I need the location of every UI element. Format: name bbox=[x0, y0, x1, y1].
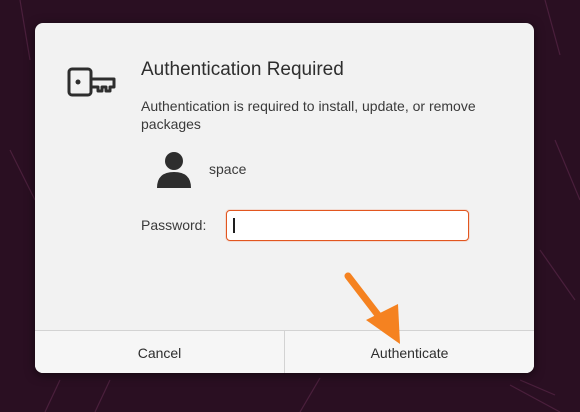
dialog-button-row: Cancel Authenticate bbox=[35, 330, 534, 373]
password-label: Password: bbox=[141, 217, 207, 233]
cancel-button-label: Cancel bbox=[137, 344, 182, 361]
text-cursor bbox=[233, 218, 235, 233]
authentication-dialog: Authentication Required Authentication i… bbox=[35, 23, 534, 373]
authenticate-button[interactable]: Authenticate bbox=[285, 331, 534, 373]
arrow-pointer-icon bbox=[344, 272, 400, 344]
dialog-title: Authentication Required bbox=[141, 59, 344, 80]
password-field[interactable] bbox=[226, 210, 469, 241]
dialog-message: Authentication is required to install, u… bbox=[141, 98, 476, 132]
username-label: space bbox=[209, 161, 247, 177]
cancel-button[interactable]: Cancel bbox=[35, 331, 285, 373]
user-avatar-icon bbox=[157, 152, 191, 188]
key-icon bbox=[67, 67, 116, 97]
